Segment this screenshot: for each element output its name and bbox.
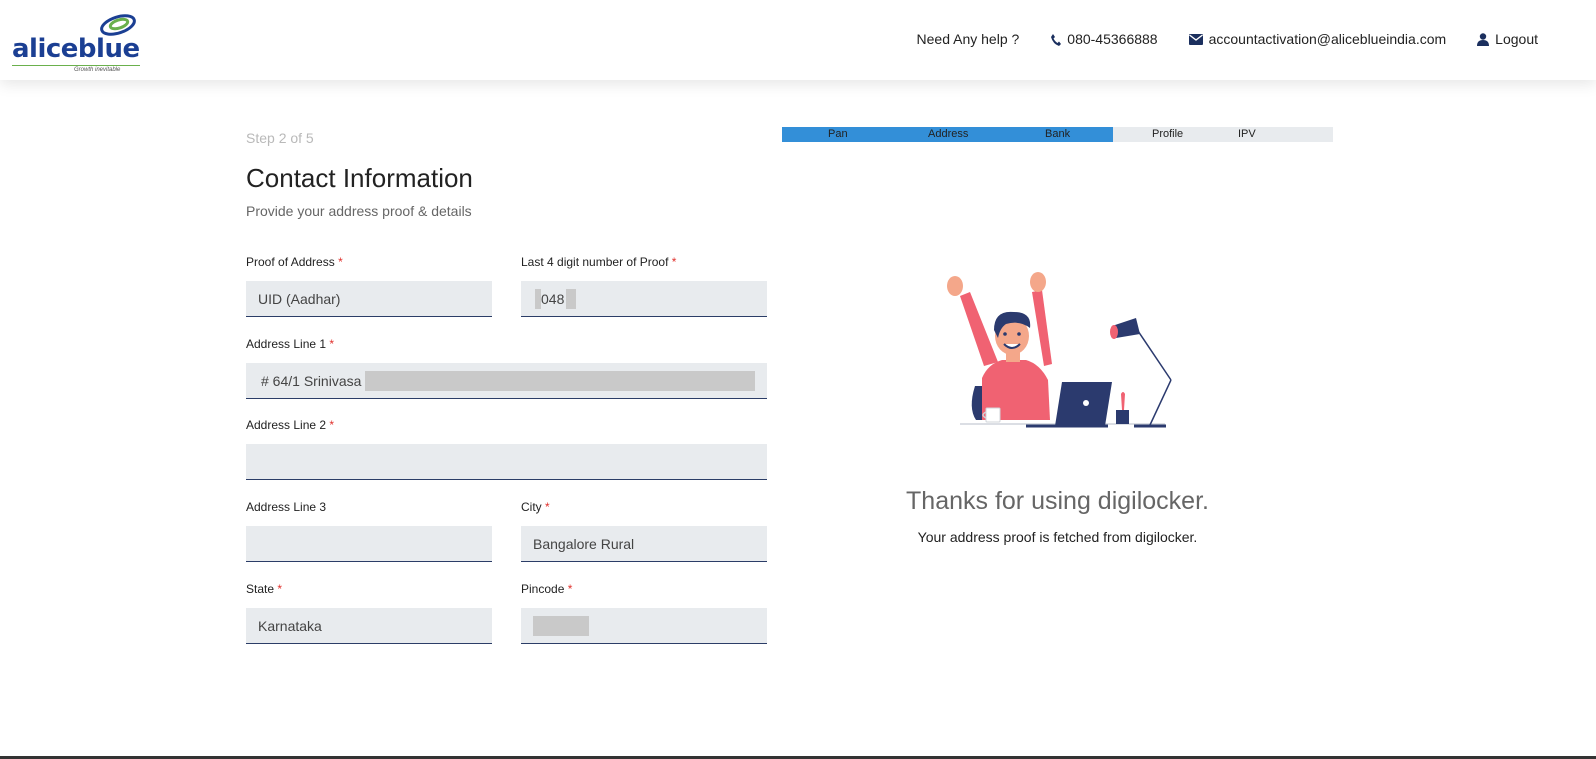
redacted-mask (533, 615, 589, 636)
progress-step-ipv: IPV (1238, 128, 1256, 140)
address-line-3-input[interactable] (246, 526, 492, 562)
header-nav: Need Any help ? 080-45366888 accountacti… (917, 31, 1538, 47)
user-icon (1477, 32, 1490, 46)
progress-step-pan: Pan (828, 128, 848, 140)
envelope-icon (1188, 33, 1203, 45)
progress-step-profile: Profile (1152, 128, 1184, 140)
email-link[interactable]: accountactivation@aliceblueindia.com (1188, 31, 1447, 47)
address-line-3-label: Address Line 3 (246, 500, 327, 514)
phone-link[interactable]: 080-45366888 (1050, 31, 1158, 47)
brand-name: aliceblue (12, 34, 140, 64)
pincode-label: Pincode * (521, 582, 573, 596)
phone-number: 080-45366888 (1067, 31, 1158, 47)
page-subtitle: Provide your address proof & details (246, 203, 472, 219)
state-input[interactable]: Karnataka (246, 608, 492, 644)
logout-label: Logout (1495, 31, 1538, 47)
last4-label: Last 4 digit number of Proof * (521, 255, 677, 269)
address-line-3-field: Address Line 3 (246, 500, 492, 562)
phone-icon (1050, 33, 1062, 46)
proof-of-address-label: Proof of Address * (246, 255, 343, 269)
proof-of-address-select[interactable]: UID (Aadhar) (246, 281, 492, 317)
step-indicator: Step 2 of 5 (246, 130, 314, 146)
brand-tagline: Growth inevitable (74, 67, 121, 73)
help-text: Need Any help ? (916, 31, 1020, 47)
thanks-message: Your address proof is fetched from digil… (917, 529, 1198, 545)
step-progress-bar: Pan Address Bank Profile IPV (782, 127, 1333, 142)
thanks-heading: Thanks for using digilocker. (906, 487, 1209, 515)
progress-step-bank: Bank (1045, 128, 1071, 140)
last4-field: Last 4 digit number of Proof * 048 (521, 255, 767, 317)
state-label: State * (246, 582, 283, 596)
address-line-2-input[interactable] (246, 444, 767, 480)
city-label: City * (521, 500, 550, 514)
aliceblue-logo[interactable]: aliceblue Growth inevitable (12, 12, 142, 73)
city-input[interactable]: Bangalore Rural (521, 526, 767, 562)
progress-step-address: Address (928, 128, 969, 140)
logout-button[interactable]: Logout (1477, 31, 1538, 47)
redacted-mask (566, 288, 577, 309)
address-line-1-input[interactable]: # 64/1 Srinivasa (246, 363, 767, 399)
city-field: City * Bangalore Rural (521, 500, 767, 562)
pincode-input[interactable] (521, 608, 767, 644)
address-line-2-field: Address Line 2 * (246, 418, 767, 480)
proof-of-address-field: Proof of Address * UID (Aadhar) (246, 255, 492, 317)
address-line-2-label: Address Line 2 * (246, 418, 335, 432)
address-line-1-label: Address Line 1 * (246, 337, 335, 351)
celebrating-person-illustration (947, 272, 1172, 428)
email-address: accountactivation@aliceblueindia.com (1208, 31, 1447, 47)
last4-input[interactable]: 048 (521, 281, 767, 317)
address-line-1-field: Address Line 1 * # 64/1 Srinivasa (246, 337, 767, 399)
state-field: State * Karnataka (246, 582, 492, 644)
logo-underline (12, 65, 140, 66)
pincode-field: Pincode * (521, 582, 767, 644)
top-header: aliceblue Growth inevitable Need Any hel… (0, 0, 1596, 80)
page-title: Contact Information (246, 163, 473, 193)
redacted-mask (365, 370, 756, 391)
